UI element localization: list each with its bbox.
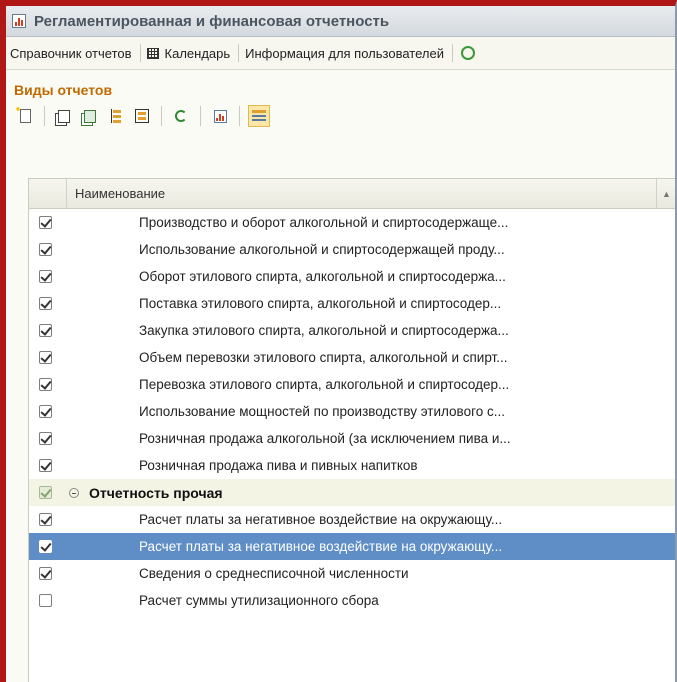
- checkbox-cell: [29, 513, 67, 526]
- window-title: Регламентированная и финансовая отчетнос…: [34, 12, 390, 30]
- checkbox-cell: [29, 297, 67, 310]
- row-checkbox[interactable]: [39, 351, 52, 364]
- row-checkbox[interactable]: [39, 243, 52, 256]
- row-checkbox[interactable]: [39, 486, 52, 499]
- checkbox-cell: [29, 378, 67, 391]
- list-mode-icon[interactable]: [248, 105, 270, 127]
- row-checkbox[interactable]: [39, 324, 52, 337]
- checkbox-cell: [29, 405, 67, 418]
- toolbar-separator: [239, 106, 240, 126]
- checkbox-cell: [29, 459, 67, 472]
- table-row[interactable]: Оборот этилового спирта, алкогольной и с…: [29, 263, 675, 290]
- report-name: Сведения о среднесписочной численности: [139, 566, 409, 581]
- table-row[interactable]: Розничная продажа пива и пивных напитков: [29, 452, 675, 479]
- report-name: Расчет платы за негативное воздействие н…: [139, 512, 503, 527]
- window-titlebar: Регламентированная и финансовая отчетнос…: [6, 6, 675, 37]
- table-row[interactable]: Закупка этилового спирта, алкогольной и …: [29, 317, 675, 344]
- report-name: Поставка этилового спирта, алкогольной и…: [139, 296, 502, 311]
- table-row[interactable]: Расчет платы за негативное воздействие н…: [29, 533, 675, 560]
- name-column-header[interactable]: Наименование: [67, 186, 656, 201]
- calendar-link[interactable]: Календарь: [143, 37, 237, 69]
- toolbar-separator: [44, 106, 45, 126]
- edit-icon[interactable]: [79, 105, 101, 127]
- report-name: Розничная продажа пива и пивных напитков: [139, 458, 418, 473]
- checkbox-cell: [29, 567, 67, 580]
- chart-icon[interactable]: [209, 105, 231, 127]
- report-types-title: Виды отчетов: [14, 82, 113, 98]
- table-body: Производство и оборот алкогольной и спир…: [29, 209, 675, 614]
- checkbox-cell: [29, 243, 67, 256]
- report-name: Объем перевозки этилового спирта, алкого…: [139, 350, 508, 365]
- table-row[interactable]: Расчет платы за негативное воздействие н…: [29, 506, 675, 533]
- sort-up-icon[interactable]: ▲: [656, 179, 675, 208]
- report-name: Расчет платы за негативное воздействие н…: [139, 539, 503, 554]
- table-row[interactable]: Использование мощностей по производству …: [29, 398, 675, 425]
- command-separator: [238, 44, 240, 62]
- checkbox-cell: [29, 351, 67, 364]
- report-name: Закупка этилового спирта, алкогольной и …: [139, 323, 509, 338]
- report-name: Перевозка этилового спирта, алкогольной …: [139, 377, 510, 392]
- report-name: Расчет суммы утилизационного сбора: [139, 593, 379, 608]
- reports-catalog-link[interactable]: Справочник отчетов: [6, 37, 138, 69]
- checkbox-cell: [29, 540, 67, 553]
- table-row[interactable]: Сведения о среднесписочной численности: [29, 560, 675, 587]
- checkbox-cell: [29, 486, 67, 499]
- report-window: Регламентированная и финансовая отчетнос…: [0, 0, 677, 682]
- toolbar-separator: [161, 106, 162, 126]
- row-checkbox[interactable]: [39, 459, 52, 472]
- list-toolbar: [6, 100, 675, 132]
- report-types-table: Наименование ▲ Производство и оборот алк…: [28, 178, 675, 682]
- report-name: Использование мощностей по производству …: [139, 404, 505, 419]
- collapse-icon[interactable]: [69, 487, 79, 498]
- row-checkbox[interactable]: [39, 405, 52, 418]
- refresh-icon[interactable]: [170, 105, 192, 127]
- command-separator: [451, 44, 453, 62]
- row-checkbox[interactable]: [39, 270, 52, 283]
- row-checkbox[interactable]: [39, 540, 52, 553]
- checkbox-cell: [29, 594, 67, 607]
- group-row[interactable]: Отчетность прочая: [29, 479, 675, 506]
- table-row[interactable]: Перевозка этилового спирта, алкогольной …: [29, 371, 675, 398]
- row-checkbox[interactable]: [39, 378, 52, 391]
- checkbox-cell: [29, 270, 67, 283]
- row-checkbox[interactable]: [39, 216, 52, 229]
- check-column-header[interactable]: [29, 179, 67, 208]
- calendar-icon: [146, 47, 159, 59]
- calendar-label: Календарь: [164, 45, 231, 61]
- row-checkbox[interactable]: [39, 297, 52, 310]
- tree-list-icon[interactable]: [131, 105, 153, 127]
- report-name: Производство и оборот алкогольной и спир…: [139, 215, 509, 230]
- row-checkbox[interactable]: [39, 594, 52, 607]
- group-name: Отчетность прочая: [89, 484, 223, 501]
- table-row[interactable]: Использование алкогольной и спиртосодерж…: [29, 236, 675, 263]
- row-checkbox[interactable]: [39, 513, 52, 526]
- command-separator: [139, 44, 141, 62]
- update-icon[interactable]: [460, 46, 475, 60]
- command-bar: Справочник отчетов Календарь Информация …: [6, 37, 675, 70]
- row-checkbox[interactable]: [39, 567, 52, 580]
- checkbox-cell: [29, 324, 67, 337]
- table-row[interactable]: Расчет суммы утилизационного сбора: [29, 587, 675, 614]
- row-checkbox[interactable]: [39, 432, 52, 445]
- report-name: Использование алкогольной и спиртосодерж…: [139, 242, 505, 257]
- checkbox-cell: [29, 432, 67, 445]
- copy-icon[interactable]: [53, 105, 75, 127]
- checkbox-cell: [29, 216, 67, 229]
- table-row[interactable]: Объем перевозки этилового спирта, алкого…: [29, 344, 675, 371]
- table-row[interactable]: Поставка этилового спирта, алкогольной и…: [29, 290, 675, 317]
- toolbar-separator: [200, 106, 201, 126]
- new-icon[interactable]: [14, 105, 36, 127]
- report-app-icon: [12, 14, 26, 28]
- table-header: Наименование ▲: [29, 179, 675, 209]
- user-info-link[interactable]: Информация для пользователей: [241, 37, 450, 69]
- report-name: Оборот этилового спирта, алкогольной и с…: [139, 269, 506, 284]
- table-row[interactable]: Розничная продажа алкогольной (за исключ…: [29, 425, 675, 452]
- tree-hierarchy-icon[interactable]: [105, 105, 127, 127]
- report-name: Розничная продажа алкогольной (за исключ…: [139, 431, 511, 446]
- table-row[interactable]: Производство и оборот алкогольной и спир…: [29, 209, 675, 236]
